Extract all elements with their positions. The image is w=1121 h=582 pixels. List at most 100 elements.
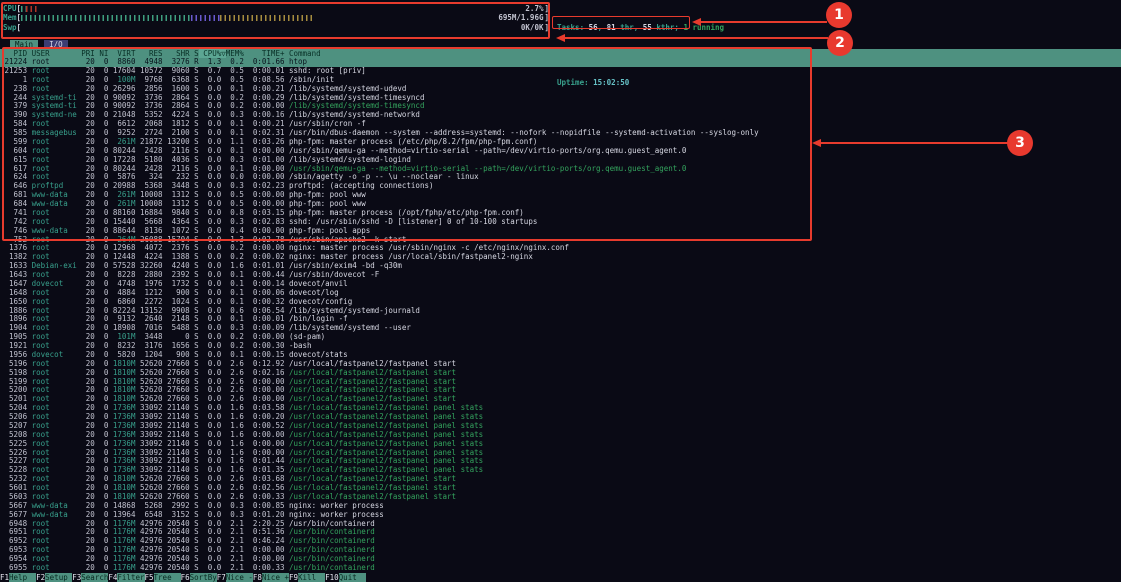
- tab-io[interactable]: I/O: [44, 40, 68, 49]
- fkey-f1[interactable]: F1: [0, 573, 9, 582]
- fkey-label-tree[interactable]: Tree: [154, 573, 181, 582]
- process-cell: 1810M: [108, 368, 135, 377]
- fkey-f2[interactable]: F2: [36, 573, 45, 582]
- info-text: 81: [607, 23, 616, 32]
- process-cell: 5199: [0, 377, 32, 386]
- process-cell: www-data: [32, 501, 82, 510]
- process-cell: 5206: [0, 412, 32, 421]
- process-cell: /lib/systemd/systemd-timesyncd: [289, 93, 424, 102]
- process-cell: 1736M: [108, 448, 135, 457]
- process-cell: /usr/bin/containerd: [289, 563, 375, 572]
- swap-meter-label: Swp: [3, 23, 17, 32]
- process-cell: 6948: [0, 519, 32, 528]
- process-cell: root: [32, 137, 82, 146]
- fkey-label-quit[interactable]: Quit: [339, 573, 366, 582]
- process-cell: 20 0: [81, 492, 108, 501]
- process-cell: 6951: [0, 527, 32, 536]
- process-cell: 1176M: [108, 536, 135, 545]
- process-cell: 8232: [108, 341, 135, 350]
- process-cell: 5268 2992 S 0.0 0.3 0:00.85: [135, 501, 289, 510]
- process-cell: /usr/local/fastpanel2/fastpanel start: [289, 394, 456, 403]
- process-cell: 20 0: [81, 172, 108, 181]
- process-cell: /usr/local/fastpanel2/fastpanel panel st…: [289, 448, 483, 457]
- fkey-f4[interactable]: F4: [108, 573, 117, 582]
- process-cell: 1204 900 S 0.0 0.1 0:00.15: [135, 350, 289, 359]
- process-cell: 624: [0, 172, 32, 181]
- process-cell: 33092 21140 S 0.0 1.6 0:00.52: [135, 421, 289, 430]
- process-cell: 10008 1312 S 0.0 0.5 0:00.00: [135, 199, 289, 208]
- fkey-f3[interactable]: F3: [72, 573, 81, 582]
- process-cell: 1905: [0, 332, 32, 341]
- process-cell: /usr/local/fastpanel2/fastpanel panel st…: [289, 421, 483, 430]
- process-cell: 90092: [108, 101, 135, 110]
- process-cell: 20 0: [81, 519, 108, 528]
- process-cell: 752: [0, 235, 32, 244]
- process-cell: dovecot/anvil: [289, 279, 348, 288]
- process-cell: 5601: [0, 483, 32, 492]
- process-cell: 20 0: [81, 93, 108, 102]
- process-cell: 33092 21140 S 0.0 1.6 0:00.00: [135, 448, 289, 457]
- fkey-f8[interactable]: F8: [253, 573, 262, 582]
- process-cell: root: [32, 527, 82, 536]
- fkey-label-search[interactable]: Search: [81, 573, 108, 582]
- fkey-f6[interactable]: F6: [181, 573, 190, 582]
- process-cell: /usr/sbin/qemu-ga --method=virtio-serial…: [289, 146, 686, 155]
- process-cell: 1736M: [108, 421, 135, 430]
- process-cell: /bin/login -f: [289, 314, 348, 323]
- info-text: ,: [598, 23, 607, 32]
- process-cell: root: [32, 465, 82, 474]
- process-cell: 4072 2376 S 0.0 0.2 0:00.00: [135, 243, 289, 252]
- fkey-label-help[interactable]: Help: [9, 573, 36, 582]
- process-cell: 6954: [0, 554, 32, 563]
- process-cell: /lib/systemd/systemd-networkd: [289, 110, 420, 119]
- process-cell: root: [32, 323, 82, 332]
- process-cell: 20 0: [81, 474, 108, 483]
- process-cell: htop: [289, 57, 307, 66]
- process-cell: 4748: [108, 279, 135, 288]
- annotation-badge-1: 1: [826, 2, 852, 28]
- process-cell: 20 0: [81, 465, 108, 474]
- fkey-label-sortby[interactable]: SortBy: [190, 573, 217, 582]
- process-cell: 3736 2864 S 0.0 0.2 0:00.00: [135, 101, 289, 110]
- process-cell: /usr/local/fastpanel2/fastpanel panel st…: [289, 403, 483, 412]
- process-cell: root: [32, 430, 82, 439]
- process-row[interactable]: 6955 root 20 0 1176M 42976 20540 S 0.0 2…: [0, 564, 1121, 573]
- process-cell: 20 0: [81, 181, 108, 190]
- fkey-label-kill[interactable]: Kill: [298, 573, 325, 582]
- process-cell: 264M: [108, 235, 135, 244]
- process-cell: /usr/bin/containerd: [289, 519, 375, 528]
- fkey-label-setup[interactable]: Setup: [45, 573, 72, 582]
- fkey-label-filter[interactable]: Filter: [117, 573, 144, 582]
- fkey-f10[interactable]: F10: [325, 573, 339, 582]
- process-cell: 20 0: [81, 199, 108, 208]
- fkey-f5[interactable]: F5: [145, 573, 154, 582]
- process-cell: 8860: [108, 57, 135, 66]
- meter-bar-segment: [220, 15, 313, 22]
- process-cell: 1921: [0, 341, 32, 350]
- process-cell: 746: [0, 226, 32, 235]
- process-cell: 20 0: [81, 297, 108, 306]
- process-cell: 324 232 S 0.0 0.0 0:00.00: [135, 172, 289, 181]
- process-cell: 5668 4364 S 0.0 0.3 0:02.83: [135, 217, 289, 226]
- process-cell: root: [32, 519, 82, 528]
- process-cell: 20 0: [81, 252, 108, 261]
- fkey-label-nice-[interactable]: Nice -: [226, 573, 253, 582]
- process-cell: 1736M: [108, 412, 135, 421]
- process-cell: 20 0: [81, 119, 108, 128]
- fkey-f9[interactable]: F9: [289, 573, 298, 582]
- process-cell: root: [32, 306, 82, 315]
- process-cell: 1176M: [108, 527, 135, 536]
- process-cell: 20 0: [81, 536, 108, 545]
- process-cell: 5232: [0, 474, 32, 483]
- tab-main[interactable]: Main: [10, 40, 38, 49]
- process-cell: 4948 3276 R 1.3 0.2 0:01.66: [135, 57, 289, 66]
- process-cell: 10008 1312 S 0.0 0.5 0:00.00: [135, 190, 289, 199]
- process-cell: 52620 27660 S 0.0 2.6 0:02.16: [135, 368, 289, 377]
- process-cell: 1810M: [108, 483, 135, 492]
- process-cell: 244: [0, 93, 32, 102]
- htop-terminal: CPU[2.7%] Mem[695M/1.96G] Swp[0K/0K] Tas…: [0, 0, 1121, 582]
- fkey-f7[interactable]: F7: [217, 573, 226, 582]
- fkey-label-nice-[interactable]: Nice +: [262, 573, 289, 582]
- swap-meter-value: 0K/0K: [521, 23, 544, 32]
- process-cell: root: [32, 57, 82, 66]
